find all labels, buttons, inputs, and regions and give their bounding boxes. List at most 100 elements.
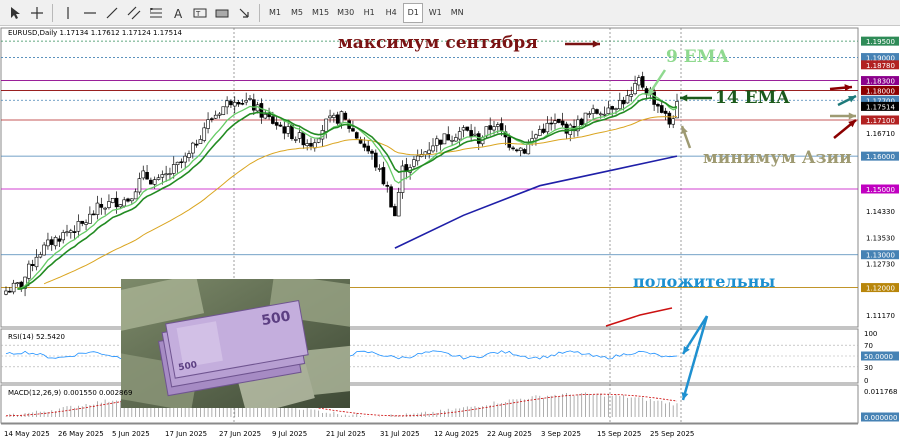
arrow-september-max (565, 40, 600, 48)
horizontal-line-icon[interactable] (80, 3, 100, 23)
price-tag-label: 1.13000 (866, 252, 895, 260)
timeframe-mn[interactable]: MN (447, 3, 467, 23)
date-axis-tick: 3 Sep 2025 (541, 430, 581, 438)
price-tag-label: 1.17100 (866, 117, 895, 125)
candle-body (343, 112, 348, 120)
price-axis-tick: 1.13530 (866, 234, 895, 242)
candle-body (476, 133, 481, 144)
annotation-14-ema: 14 EMA (715, 88, 790, 108)
candle-body (671, 118, 675, 125)
date-axis-tick: 31 Jul 2025 (380, 430, 420, 438)
candle-body (221, 106, 226, 115)
candle-body (511, 147, 515, 150)
text-label-icon[interactable]: T (190, 3, 210, 23)
candle-body (438, 139, 443, 145)
candle-body (579, 118, 584, 125)
candle-body (99, 204, 104, 208)
candle-body (259, 103, 264, 118)
timeframe-h1[interactable]: H1 (359, 3, 379, 23)
candle-body (633, 83, 637, 95)
candle-body (72, 231, 77, 233)
timeframe-bar: M1 M5 M15 M30 H1 H4 D1 W1 MN (264, 2, 468, 23)
candle-body (492, 126, 496, 131)
candle-body (442, 133, 447, 145)
arrow-9-ema (646, 69, 667, 97)
svg-text:F: F (150, 8, 153, 14)
price-axis-tick: 1.11170 (866, 312, 895, 320)
date-axis-tick: 25 Sep 2025 (650, 430, 694, 438)
candle-body (297, 132, 302, 139)
price-tag-label: 1.12000 (866, 285, 895, 293)
ema-long-line (394, 155, 678, 249)
candle-body (252, 99, 256, 111)
candle-body (534, 134, 538, 139)
arrow-asia-min (680, 125, 692, 149)
fibonacci-icon[interactable]: F (146, 3, 166, 23)
candle-body (549, 122, 553, 125)
candle-body (168, 173, 172, 175)
candle-body (229, 100, 233, 106)
candle-body (396, 192, 401, 217)
vertical-line-icon[interactable] (58, 3, 78, 23)
timeframe-w1[interactable]: W1 (425, 3, 445, 23)
arrows-icon[interactable] (234, 3, 254, 23)
rsi-label: RSI(14) 52.5420 (8, 333, 65, 341)
candle-body (95, 202, 100, 215)
crosshair-icon[interactable] (27, 3, 47, 23)
candle-body (663, 110, 668, 114)
candle-body (595, 109, 599, 114)
candle-body (507, 136, 512, 148)
candle-body (57, 238, 62, 242)
candle-body (248, 98, 252, 100)
channel-icon[interactable] (124, 3, 144, 23)
candle-body (305, 143, 309, 147)
candle-body (496, 124, 500, 127)
rectangle-icon[interactable] (212, 3, 232, 23)
date-axis-tick: 15 Sep 2025 (597, 430, 641, 438)
candle-body (374, 152, 378, 168)
candle-body (34, 256, 39, 268)
price-tag-label: 1.18000 (866, 87, 895, 95)
macd-axis-tick: 0.000000 (864, 414, 897, 422)
candle-body (61, 232, 65, 241)
rsi-axis-tick: 100 (864, 330, 877, 338)
text-icon[interactable]: A (168, 3, 188, 23)
candle-body (621, 99, 626, 105)
svg-text:T: T (195, 10, 201, 18)
candle-body (553, 120, 557, 124)
timeframe-m30[interactable]: M30 (334, 3, 357, 23)
candle-body (637, 77, 641, 86)
timeframe-m15[interactable]: M15 (309, 3, 332, 23)
candle-body (210, 118, 214, 120)
annotation-september-max: максимум сентября (338, 33, 538, 53)
timeframe-h4[interactable]: H4 (381, 3, 401, 23)
candle-body (263, 114, 268, 119)
trendline-icon[interactable] (102, 3, 122, 23)
timeframe-m5[interactable]: M5 (287, 3, 307, 23)
candle-body (122, 199, 126, 207)
chart-window[interactable]: 1.195001.190001.187801.183001.180001.177… (0, 26, 900, 442)
arrow-right-olive (830, 112, 856, 120)
date-axis-tick: 14 May 2025 (4, 430, 50, 438)
timeframe-d1[interactable]: D1 (403, 2, 424, 23)
candle-body (309, 142, 313, 147)
candle-body (656, 103, 660, 107)
candle-body (415, 155, 420, 162)
candle-body (602, 113, 607, 116)
candle-body (427, 149, 431, 154)
candle-body (412, 159, 416, 167)
cursor-icon[interactable] (5, 3, 25, 23)
candle-body (49, 239, 54, 245)
candle-body (110, 198, 115, 203)
candle-body (236, 101, 241, 105)
candle-body (149, 179, 153, 185)
candle-body (557, 118, 561, 123)
candle-body (244, 100, 248, 103)
candle-body (103, 207, 107, 210)
candle-body (53, 237, 58, 247)
timeframe-m1[interactable]: M1 (265, 3, 285, 23)
price-tag-label: 1.16000 (866, 153, 895, 161)
date-axis-tick: 5 Jun 2025 (112, 430, 150, 438)
candle-body (15, 282, 20, 284)
candle-body (515, 149, 519, 152)
